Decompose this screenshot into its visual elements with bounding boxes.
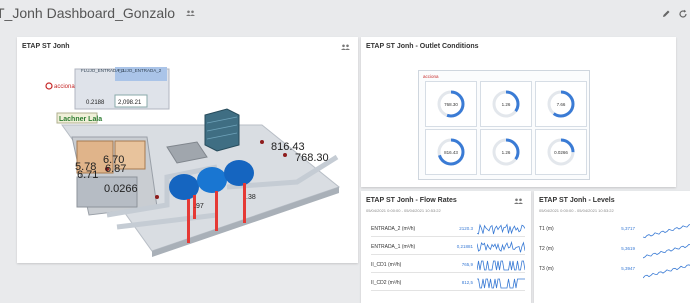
flow-row: ENTRADA_2 (m³/h) 2120.3 — [371, 223, 525, 237]
flow-row: ENTRADA_1 (m³/h) 0,21881 — [371, 241, 525, 255]
sparkline — [477, 223, 525, 235]
sparkline-path — [643, 264, 690, 279]
reading: .97 — [194, 203, 204, 210]
level-label: T2 (m) — [539, 246, 554, 252]
sparkline — [643, 224, 690, 239]
flow-label: ENTRADA_2 (m³/h) — [371, 226, 416, 232]
brand-logo: acciona — [54, 84, 75, 90]
gauge-value: 816.43 — [444, 150, 458, 155]
gauge-value: 0.0266 — [554, 150, 568, 155]
levels-panel: ETAP ST Jonh - Levels 05/04/2021 0:00:00… — [534, 191, 690, 303]
dashboard-title: T_Jonh Dashboard_Gonzalo — [0, 5, 176, 21]
gauge: 7.66 — [547, 90, 575, 118]
flow-value: 812,5 — [461, 280, 473, 285]
site-sign-text: Lachner Lala — [59, 116, 102, 123]
reading: 0.0266 — [104, 183, 138, 195]
level-label: T3 (m) — [539, 266, 554, 272]
gauge-value: 1.26 — [502, 150, 511, 155]
plant-diagram: FLUJO_ENTRADA_1 FLUJO_ENTRADA_2 0.2188 2… — [45, 67, 341, 257]
refresh-icon[interactable] — [678, 9, 688, 19]
flow-row: II_CD1 (m³/h) 765,9 — [371, 259, 525, 273]
reading: 768.30 — [295, 152, 329, 164]
flow-tag-2: FLUJO_ENTRADA_2 — [118, 68, 162, 73]
sparkline-path — [643, 224, 690, 239]
reading: 6.87 — [105, 163, 126, 175]
flow-value-1: 0.2188 — [86, 100, 105, 106]
level-row: T1 (m) 5,3717 — [539, 221, 690, 239]
panel-title: ETAP ST Jonh - Flow Rates — [366, 197, 457, 204]
level-bar — [243, 183, 246, 223]
sparkline-path — [643, 243, 690, 259]
reading: 6.71 — [77, 169, 98, 181]
flow-label: ENTRADA_1 (m³/h) — [371, 244, 416, 250]
gauge-tile: 7.66 — [535, 81, 587, 127]
flow-rates-panel: ETAP ST Jonh - Flow Rates 05/04/2021 0:0… — [361, 191, 531, 303]
sparkline — [643, 243, 690, 259]
sparkline — [643, 264, 690, 279]
scada-panel: ETAP ST Jonh FLUJO_ENTRADA_1 FLUJO_ENTRA… — [17, 37, 358, 263]
panel-title: ETAP ST Jonh - Outlet Conditions — [366, 43, 479, 50]
gauge-tile: 1.26 — [480, 129, 532, 175]
gauge-tile: 0.0266 — [535, 129, 587, 175]
panel-menu-icon[interactable] — [514, 198, 523, 204]
outlet-panel: ETAP ST Jonh - Outlet Conditions acciona… — [361, 37, 676, 187]
reading: .38 — [246, 194, 256, 201]
sparkline-path — [477, 278, 525, 289]
edit-icon[interactable] — [661, 9, 671, 19]
level-value: 5,3947 — [621, 266, 635, 271]
sparkline-path — [477, 241, 525, 253]
share-icon[interactable] — [186, 10, 195, 16]
water-tank — [224, 160, 254, 186]
flow-value: 765,9 — [461, 262, 473, 267]
water-tank — [197, 167, 227, 193]
sparkline — [477, 260, 525, 271]
flow-value: 2120.3 — [459, 226, 473, 231]
sparkline — [477, 241, 525, 253]
gauge: 816.43 — [437, 138, 465, 166]
gauge: 0.0266 — [547, 138, 575, 166]
flow-value: 0,21881 — [456, 244, 473, 249]
level-row: T3 (m) 5,3947 — [539, 261, 690, 279]
sparkline-path — [477, 260, 525, 271]
gauge: 1.26 — [492, 138, 520, 166]
flow-row: II_CD2 (m³/h) 812,5 — [371, 277, 525, 291]
sparkline-path — [477, 223, 525, 235]
dashboard-header: T_Jonh Dashboard_Gonzalo — [0, 0, 690, 28]
brand-logo-mark — [45, 82, 53, 90]
time-range: 05/04/2021 0:00:00 - 05/04/2021 10:53:22 — [539, 208, 614, 213]
flow-value-2: 2,098.21 — [118, 100, 142, 106]
gauge-value: 1.26 — [502, 102, 511, 107]
sparkline — [477, 278, 525, 289]
gauge-value: 768.30 — [444, 102, 458, 107]
gauge-tile: 816.43 — [425, 129, 477, 175]
level-label: T1 (m) — [539, 226, 554, 232]
gauge: 1.26 — [492, 90, 520, 118]
brand-logo: acciona — [423, 74, 439, 79]
time-range: 05/04/2021 0:00:00 - 05/04/2021 10:53:22 — [366, 208, 441, 213]
level-bar — [215, 191, 218, 231]
panel-title: ETAP ST Jonh - Levels — [539, 197, 615, 204]
gauge-tile: 768.30 — [425, 81, 477, 127]
flow-label: II_CD2 (m³/h) — [371, 280, 402, 286]
level-value: 5,3717 — [621, 226, 635, 231]
level-row: T2 (m) 5,3619 — [539, 241, 690, 259]
outlet-frame: acciona 768.30 1.26 7.66 816.43 1.26 0.0266 — [418, 70, 590, 180]
flow-label: II_CD1 (m³/h) — [371, 262, 402, 268]
gauge-value: 7.66 — [557, 102, 566, 107]
gauge: 768.30 — [437, 90, 465, 118]
level-value: 5,3619 — [621, 246, 635, 251]
level-bar — [187, 199, 190, 243]
gauge-tile: 1.26 — [480, 81, 532, 127]
